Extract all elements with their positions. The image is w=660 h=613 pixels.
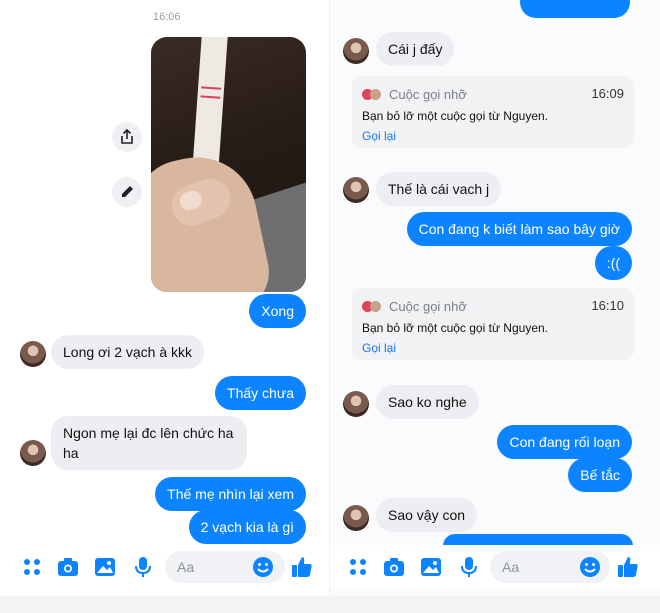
message-bubble-out: :(( — [594, 246, 632, 280]
message-bubble-in: Thế là cái vach j — [376, 172, 502, 206]
message-bubble-out: Thấy chưa — [215, 376, 306, 410]
message-bubble-out: Con đang rối loạn — [497, 425, 632, 459]
avatar — [20, 440, 46, 466]
missed-call-title: Cuộc gọi nhỡ — [389, 86, 467, 102]
strip-line — [200, 95, 221, 99]
missed-call-time: 16:09 — [591, 86, 624, 101]
edit-image-button[interactable] — [112, 177, 142, 207]
avatar — [343, 505, 369, 531]
message-bubble-in: Cái j đấy — [376, 32, 455, 66]
message-composer: Aa — [330, 545, 660, 589]
shared-photo[interactable] — [151, 37, 306, 292]
share-button[interactable] — [112, 122, 142, 152]
bottom-bar — [0, 596, 330, 613]
missed-call-title: Cuộc gọi nhỡ — [389, 298, 467, 314]
apps-icon[interactable] — [20, 555, 44, 579]
message-bubble-out: Bế tắc — [568, 458, 632, 492]
missed-call-card: Cuộc gọi nhỡ 16:09 Bạn bỏ lỡ một cuộc gọ… — [352, 76, 634, 148]
apps-icon[interactable] — [346, 555, 370, 579]
message-bubble-out-clipped — [520, 0, 630, 18]
caller-avatar-icon — [370, 88, 381, 100]
message-bubble-out: Xong — [249, 294, 306, 328]
message-input-placeholder: Aa — [177, 559, 195, 575]
strip-line — [201, 86, 222, 90]
camera-icon[interactable] — [56, 555, 80, 579]
missed-call-card: Cuộc gọi nhỡ 16:10 Bạn bỏ lỡ một cuộc gọ… — [352, 288, 634, 360]
thumbs-up-icon[interactable] — [290, 555, 314, 579]
message-bubble-in: Sao vậy con — [376, 498, 478, 532]
missed-call-time: 16:10 — [591, 298, 624, 313]
message-composer: Aa — [0, 545, 330, 589]
avatar — [20, 341, 46, 367]
message-bubble-out: 2 vạch kia là gì — [188, 510, 306, 544]
share-icon — [121, 129, 133, 144]
missed-call-description: Bạn bỏ lỡ một cuộc gọi từ Nguyen. — [362, 109, 548, 123]
avatar — [343, 177, 369, 203]
photo-nail — [177, 188, 205, 213]
message-input-placeholder: Aa — [502, 559, 520, 575]
missed-call-header: Cuộc gọi nhỡ — [362, 86, 467, 102]
bottom-bar — [330, 596, 660, 613]
message-bubble-in: Sao ko nghe — [376, 385, 479, 419]
photo-hand — [151, 146, 277, 292]
message-bubble-out: Con đang k biết làm sao bây giờ — [406, 212, 632, 246]
missed-call-description: Bạn bỏ lỡ một cuộc gọi từ Nguyen. — [362, 321, 548, 335]
camera-icon[interactable] — [382, 555, 406, 579]
call-back-link[interactable]: Gọi lại — [362, 341, 396, 355]
image-icon[interactable] — [93, 555, 117, 579]
emoji-icon[interactable] — [578, 555, 602, 579]
edit-icon — [122, 186, 133, 197]
avatar — [343, 38, 369, 64]
caller-avatar-icon — [370, 300, 381, 312]
call-back-link[interactable]: Gọi lại — [362, 129, 396, 143]
left-conversation-panel: 16:06 Xong Long ơi 2 vạch à kkk Thấy chư… — [0, 0, 330, 613]
image-icon[interactable] — [419, 555, 443, 579]
emoji-icon[interactable] — [251, 555, 275, 579]
missed-call-header: Cuộc gọi nhỡ — [362, 298, 467, 314]
thumbs-up-icon[interactable] — [616, 555, 640, 579]
microphone-icon[interactable] — [457, 555, 481, 579]
avatar — [343, 391, 369, 417]
message-timestamp: 16:06 — [153, 11, 181, 23]
message-bubble-out: Thế mẹ nhìn lại xem — [155, 477, 306, 511]
message-bubble-in: Ngon mẹ lại đc lên chức ha ha — [51, 416, 247, 470]
microphone-icon[interactable] — [131, 555, 155, 579]
message-bubble-in: Long ơi 2 vạch à kkk — [51, 335, 205, 369]
